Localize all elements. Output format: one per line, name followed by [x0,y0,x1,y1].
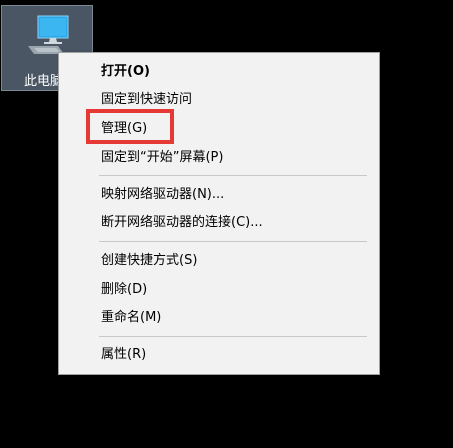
menu-item-map-network-drive[interactable]: 映射网络驱动器(N)... [101,184,224,206]
menu-item-properties[interactable]: 属性(R) [101,344,146,366]
menu-separator [99,336,367,337]
context-menu: 打开(O) 固定到快速访问 管理(G) 固定到“开始”屏幕(P) 映射网络驱动器… [58,52,380,375]
menu-separator [99,241,367,242]
menu-item-disconnect-network-drive[interactable]: 断开网络驱动器的连接(C)... [101,212,263,234]
menu-item-rename[interactable]: 重命名(M) [101,307,161,329]
menu-item-open[interactable]: 打开(O) [101,61,150,83]
desktop: 此电脑 打开(O) 固定到快速访问 管理(G) 固定到“开始”屏幕(P) 映射网… [0,0,453,448]
menu-item-pin-start[interactable]: 固定到“开始”屏幕(P) [101,147,223,169]
menu-item-create-shortcut[interactable]: 创建快捷方式(S) [101,250,197,272]
menu-separator [99,175,367,176]
menu-item-pin-quick-access[interactable]: 固定到快速访问 [101,89,192,111]
menu-item-delete[interactable]: 删除(D) [101,279,147,301]
manage-highlight-box [86,109,174,144]
